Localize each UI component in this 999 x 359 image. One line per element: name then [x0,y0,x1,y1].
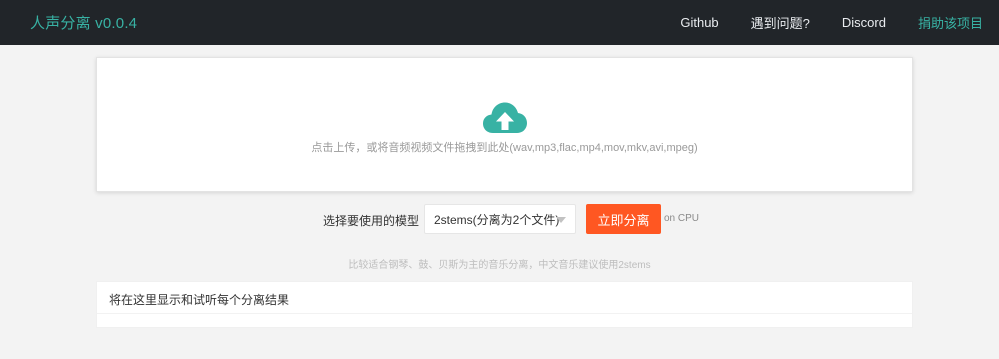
nav-link-discord[interactable]: Discord [842,15,886,30]
results-panel: 将在这里显示和试听每个分离结果 [96,281,913,328]
upload-dropzone[interactable]: 点击上传，或将音频视频文件拖拽到此处(wav,mp3,flac,mp4,mov,… [96,57,913,192]
results-divider [97,313,912,314]
cloud-upload-icon [483,102,527,133]
model-select[interactable]: 2stems(分离为2个文件) [424,204,576,234]
nav-link-help[interactable]: 遇到问题? [751,13,810,32]
model-label: 选择要使用的模型 [323,214,420,228]
brand-title[interactable]: 人声分离 v0.0.4 [30,12,137,33]
separate-now-button[interactable]: 立即分离 [586,204,661,234]
nav-link-donate[interactable]: 捐助该项目 [918,13,983,32]
device-label: on CPU [664,213,700,224]
results-placeholder: 将在这里显示和试听每个分离结果 [109,293,290,307]
nav-links: Github 遇到问题? Discord 捐助该项目 [648,13,983,32]
upload-hint: 点击上传，或将音频视频文件拖拽到此处(wav,mp3,flac,mp4,mov,… [311,142,698,154]
caret-down-icon [556,217,566,223]
model-tip: 比较适合钢琴、鼓、贝斯为主的音乐分离，中文音乐建议使用2stems [348,260,651,271]
separation-controls: 选择要使用的模型 2stems(分离为2个文件) 立即分离 on CPU [0,204,999,234]
top-navbar: 人声分离 v0.0.4 Github 遇到问题? Discord 捐助该项目 [0,0,999,45]
model-select-value: 2stems(分离为2个文件) [434,212,560,227]
nav-link-github[interactable]: Github [680,15,718,30]
